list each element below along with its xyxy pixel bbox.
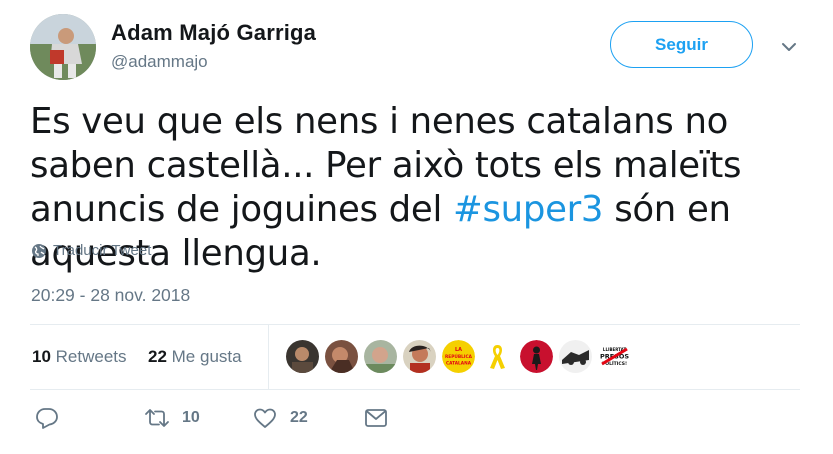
hashtag-link[interactable]: #super3 <box>453 189 604 230</box>
liker-avatar-4[interactable] <box>403 340 436 373</box>
divider <box>30 389 800 390</box>
follow-button[interactable]: Seguir <box>610 21 753 68</box>
svg-text:LA: LA <box>455 347 462 353</box>
liker-avatar-7[interactable] <box>520 340 553 373</box>
heart-icon <box>254 408 276 428</box>
yellow-ribbon-icon[interactable] <box>481 340 514 373</box>
author-name[interactable]: Adam Majó Garriga <box>111 20 316 46</box>
liker-avatar-8[interactable] <box>559 340 592 373</box>
liker-avatar-2[interactable] <box>325 340 358 373</box>
tweet-stats: 10 Retweets 22 Me gusta LA REPÚBLICA CATAL… <box>30 325 800 389</box>
svg-text:CATALANA: CATALANA <box>446 361 472 367</box>
reply-icon <box>36 408 58 429</box>
author-handle[interactable]: @adammajo <box>111 52 208 72</box>
retweet-icon <box>145 409 169 427</box>
likes-stat[interactable]: 22 Me gusta <box>148 347 242 367</box>
tweet-card: Adam Majó Garriga @adammajo Seguir Es ve… <box>0 0 833 454</box>
liker-avatar-1[interactable] <box>286 340 319 373</box>
retweet-button[interactable]: 10 <box>144 405 200 431</box>
likes-count: 22 <box>148 347 167 366</box>
chevron-down-icon[interactable] <box>779 37 799 57</box>
like-count: 22 <box>290 409 308 426</box>
liker-avatar-3[interactable] <box>364 340 397 373</box>
svg-text:REPÚBLICA: REPÚBLICA <box>445 353 473 360</box>
tweet-actions: 10 22 <box>30 405 430 437</box>
like-button[interactable]: 22 <box>252 405 308 431</box>
retweet-count: 10 <box>182 409 200 426</box>
likes-label: Me gusta <box>166 347 242 366</box>
liker-avatars: LAREPÚBLICACATALANA LLIBERTATPRESOSPOLÍT… <box>286 340 631 373</box>
retweets-count: 10 <box>32 347 51 366</box>
la-republica-catalana-badge[interactable]: LA REPÚBLICA CATALANA <box>442 340 475 373</box>
globe-icon <box>32 243 46 258</box>
envelope-icon <box>365 409 387 427</box>
translate-tweet-link[interactable]: Traducir Tweet <box>31 242 151 259</box>
llibertat-presos-politics-badge[interactable]: LLIBERTATPRESOSPOLÍTICS! <box>598 340 631 373</box>
reply-button[interactable] <box>34 405 60 431</box>
retweets-label: Retweets <box>50 347 127 366</box>
author-avatar[interactable] <box>30 14 96 80</box>
stats-separator <box>268 325 269 389</box>
translate-label: Traducir Tweet <box>53 242 152 259</box>
direct-message-button[interactable] <box>363 405 389 431</box>
tweet-timestamp[interactable]: 20:29 - 28 nov. 2018 <box>31 285 190 306</box>
retweets-stat[interactable]: 10 Retweets <box>32 347 127 367</box>
